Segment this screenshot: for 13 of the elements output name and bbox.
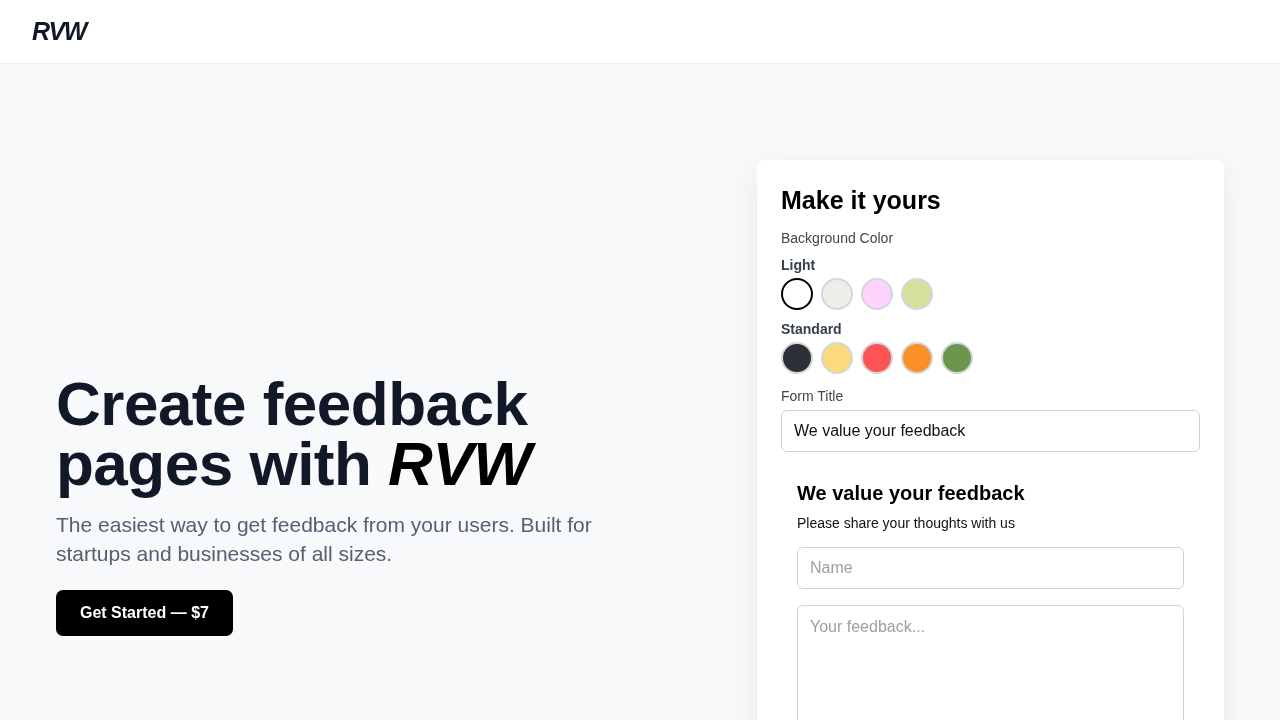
preview-title: We value your feedback [797, 482, 1026, 505]
hero-subtitle: The easiest way to get feedback from your users. Built for startups and businesses of all sizes. [56, 512, 593, 567]
preview-subtitle: Please share your thoughts with us [797, 515, 1016, 531]
form-title-field[interactable]: We value your feedback [781, 410, 1200, 452]
name-field[interactable]: Name [797, 547, 1184, 589]
palette-label: Light [781, 257, 817, 273]
feedback-field[interactable]: Your feedback... [797, 605, 1184, 720]
color-swatch[interactable] [781, 278, 813, 310]
card-title: Make it yours [781, 185, 942, 216]
palette-label: Standard [781, 321, 843, 337]
field-label: Background Color [781, 230, 895, 246]
field-label: Form Title [781, 388, 845, 404]
get-started-button[interactable]: Get Started — $7 [56, 590, 233, 636]
